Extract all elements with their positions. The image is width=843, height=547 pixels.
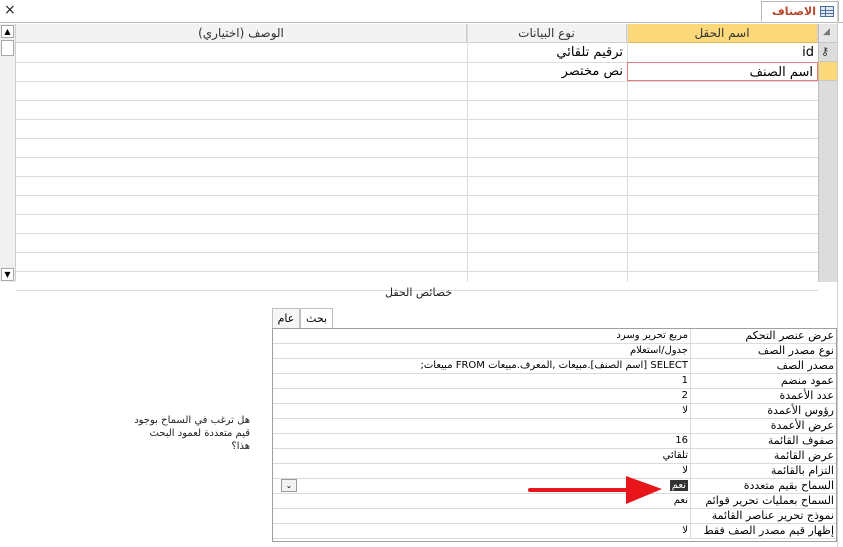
grid-row-line xyxy=(16,119,818,120)
grid-row-line xyxy=(16,271,818,272)
property-value[interactable]: لا xyxy=(277,524,691,538)
property-value[interactable]: SELECT [اسم الصنف].مبيعات ,المعرف.مبيعات… xyxy=(277,359,691,373)
grid-row-line xyxy=(16,252,818,253)
row-selector-1[interactable]: ⚷ xyxy=(819,43,837,62)
row-selector-header: ◢ xyxy=(819,24,837,43)
property-row[interactable]: 2 عدد الأعمدة xyxy=(273,389,836,404)
property-row[interactable]: 1 عمود منضم xyxy=(273,374,836,389)
key-icon: ⚷ xyxy=(821,45,830,58)
property-label: السماح بعمليات تحرير قوائم xyxy=(705,494,834,507)
grid-row-line xyxy=(16,100,818,101)
selected-value: نعم xyxy=(669,480,688,491)
table-icon xyxy=(820,6,834,17)
field-properties-title: خصائص الحقل xyxy=(385,286,453,299)
tab-general[interactable]: عام xyxy=(272,308,300,328)
document-tab-strip xyxy=(0,0,843,23)
row-selector-column[interactable]: ◢ ⚷ xyxy=(818,24,837,282)
property-value[interactable]: 16 xyxy=(277,434,691,448)
property-value[interactable] xyxy=(277,419,691,433)
property-row[interactable]: لا إظهار قيم مصدر الصف فقط xyxy=(273,524,836,539)
grid-row-line xyxy=(16,157,818,158)
tab-lookup[interactable]: بحث xyxy=(300,308,333,329)
data-type-cell[interactable]: ترقيم تلقائي xyxy=(468,43,627,62)
red-arrow-annotation xyxy=(528,476,662,504)
property-row[interactable]: نموذج تحرير عناصر القائمة xyxy=(273,509,836,524)
property-label: عرض عنصر التحكم xyxy=(745,329,834,342)
grid-row-line xyxy=(16,81,818,82)
description-cell[interactable] xyxy=(17,43,467,62)
grid-row-line xyxy=(16,214,818,215)
property-value[interactable]: جدول/استعلام xyxy=(277,344,691,358)
grid-row-line xyxy=(16,195,818,196)
description-cell[interactable] xyxy=(17,62,467,81)
property-value[interactable] xyxy=(277,509,691,523)
right-border xyxy=(837,0,838,547)
property-row[interactable]: 16 صفوف القائمة xyxy=(273,434,836,449)
property-row[interactable]: عرض الأعمدة xyxy=(273,419,836,434)
vertical-scrollbar[interactable]: ▲ ▼ xyxy=(0,24,16,282)
property-label: نوع مصدر الصف xyxy=(757,344,834,357)
scroll-down-icon[interactable]: ▼ xyxy=(1,268,14,281)
tab-title: الاصناف xyxy=(772,5,816,18)
scroll-up-icon[interactable]: ▲ xyxy=(1,25,14,38)
property-row[interactable]: SELECT [اسم الصنف].مبيعات ,المعرف.مبيعات… xyxy=(273,359,836,374)
field-name-cell[interactable]: id xyxy=(628,43,818,62)
grid-row-line xyxy=(16,138,818,139)
property-row[interactable]: تلقائي عرض القائمة xyxy=(273,449,836,464)
property-label: مصدر الصف xyxy=(776,359,834,372)
close-document-button[interactable]: × xyxy=(4,2,16,18)
property-label: صفوف القائمة xyxy=(767,434,834,447)
property-value[interactable]: مربع تحرير وسرد xyxy=(277,329,691,343)
scroll-thumb[interactable] xyxy=(1,40,14,56)
property-help-text: هل ترغب في السماح بوجود قيم متعددة لعمود… xyxy=(134,415,250,452)
header-data-type[interactable]: نوع البيانات xyxy=(467,24,627,43)
data-type-cell[interactable]: نص مختصر xyxy=(468,62,627,81)
property-value[interactable]: لا xyxy=(277,404,691,418)
property-value[interactable]: 2 xyxy=(277,389,691,403)
property-value[interactable]: 1 xyxy=(277,374,691,388)
property-row[interactable]: مربع تحرير وسرد عرض عنصر التحكم xyxy=(273,329,836,344)
property-value[interactable]: تلقائي xyxy=(277,449,691,463)
property-label: إظهار قيم مصدر الصف فقط xyxy=(703,524,834,537)
grid-row-line xyxy=(16,233,818,234)
header-description[interactable]: الوصف (اختياري) xyxy=(16,24,467,43)
property-label: عرض القائمة xyxy=(773,449,834,462)
property-row[interactable]: جدول/استعلام نوع مصدر الصف xyxy=(273,344,836,359)
grid-row-line xyxy=(16,176,818,177)
row-selector-2[interactable] xyxy=(819,62,837,81)
property-label: عدد الأعمدة xyxy=(779,389,834,402)
property-label: التزام بالقائمة xyxy=(770,464,834,477)
property-label: نموذج تحرير عناصر القائمة xyxy=(711,509,834,522)
arrow-head xyxy=(626,476,662,504)
dropdown-chevron-icon[interactable]: ⌄ xyxy=(281,479,297,492)
field-name-cell-focused[interactable]: اسم الصنف xyxy=(627,62,818,81)
property-row[interactable]: لا رؤوس الأعمدة xyxy=(273,404,836,419)
property-label: عرض الأعمدة xyxy=(770,419,834,432)
property-label: السماح بقيم متعددة xyxy=(743,479,834,492)
property-label: عمود منضم xyxy=(780,374,834,387)
tab-alasnaf[interactable]: الاصناف xyxy=(761,1,839,22)
header-field-name[interactable]: اسم الحقل xyxy=(627,24,818,43)
property-label: رؤوس الأعمدة xyxy=(767,404,834,417)
